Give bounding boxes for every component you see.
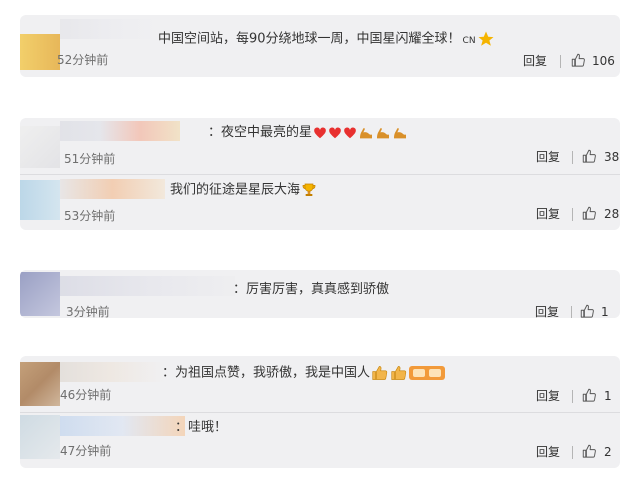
star-icon — [478, 31, 494, 46]
like-count: 2 — [604, 445, 612, 459]
thumbs-up-icon[interactable] — [582, 388, 597, 403]
zan-sticker-icon — [409, 366, 446, 380]
thumbs-up-icon[interactable] — [582, 149, 597, 164]
comment-card: ：夜空中最亮的星 51分钟前 回复 38 我们的征途是星辰大海 53分钟前 回复… — [20, 118, 620, 230]
muscle-icon — [394, 127, 407, 138]
avatar[interactable] — [20, 362, 60, 406]
comment-card: ：为祖国点赞，我骄傲，我是中国人 46分钟前 回复 1 ：哇哦！ 47分钟前 回… — [20, 356, 620, 468]
thumbs-up-icon[interactable] — [580, 304, 595, 318]
like-count: 28 — [604, 207, 620, 221]
comment-text: ：为祖国点赞，我骄傲，我是中国人 — [162, 365, 446, 382]
thumbs-up-icon[interactable] — [582, 444, 597, 459]
comment-text: 我们的征途是星辰大海 — [170, 182, 317, 199]
comment: ：夜空中最亮的星 51分钟前 回复 38 — [20, 118, 620, 174]
comment-text: ：夜空中最亮的星 — [208, 125, 408, 141]
username[interactable] — [60, 19, 160, 39]
reply-button[interactable]: 回复 — [523, 54, 547, 68]
timestamp: 51分钟前 — [64, 152, 116, 166]
timestamp: 46分钟前 — [60, 388, 112, 402]
divider — [571, 306, 572, 318]
comment: 我们的征途是星辰大海 53分钟前 回复 28 — [20, 175, 620, 230]
comment-text: ：厉害厉害，真真感到骄傲 — [233, 282, 390, 297]
avatar[interactable] — [20, 34, 60, 70]
muscle-icon — [377, 127, 390, 138]
heart-icon — [329, 126, 341, 138]
reply-button[interactable]: 回复 — [536, 150, 560, 164]
thumbs-up-icon — [372, 366, 388, 380]
muscle-icon — [360, 127, 373, 138]
username[interactable] — [60, 362, 165, 382]
comment: ：哇哦！ 47分钟前 回复 2 — [20, 413, 620, 468]
avatar[interactable] — [20, 180, 60, 220]
divider — [572, 151, 573, 164]
like-count: 1 — [601, 305, 609, 318]
trophy-icon — [302, 183, 316, 196]
username[interactable] — [60, 416, 185, 436]
divider — [572, 390, 573, 403]
username[interactable] — [60, 121, 180, 141]
timestamp: 53分钟前 — [64, 209, 116, 223]
divider — [560, 55, 561, 68]
comment-card: 中国空间站，每90分绕地球一周，中国星闪耀全球！ CN 52分钟前 回复 106 — [20, 15, 620, 77]
comment-card: ：厉害厉害，真真感到骄傲 3分钟前 回复 1 — [20, 270, 620, 318]
thumbs-up-icon[interactable] — [571, 53, 586, 68]
thumbs-up-icon — [391, 366, 407, 380]
avatar[interactable] — [20, 126, 60, 168]
like-count: 106 — [592, 54, 615, 68]
reply-button[interactable]: 回复 — [536, 389, 560, 403]
reply-button[interactable]: 回复 — [536, 445, 560, 459]
comment: ：厉害厉害，真真感到骄傲 3分钟前 回复 1 — [20, 270, 620, 318]
timestamp: 47分钟前 — [60, 444, 112, 458]
like-count: 38 — [604, 150, 620, 164]
divider — [572, 208, 573, 221]
timestamp: 3分钟前 — [66, 305, 110, 318]
comment: ：为祖国点赞，我骄傲，我是中国人 46分钟前 回复 1 — [20, 356, 620, 412]
comment: 中国空间站，每90分绕地球一周，中国星闪耀全球！ CN 52分钟前 回复 106 — [20, 15, 620, 77]
reply-button[interactable]: 回复 — [535, 305, 559, 318]
divider — [572, 446, 573, 459]
thumbs-up-icon[interactable] — [582, 206, 597, 221]
avatar[interactable] — [20, 415, 60, 459]
comment-text: ：哇哦！ — [175, 420, 228, 435]
username[interactable] — [60, 179, 165, 199]
heart-icon — [344, 126, 356, 138]
comment-text: 中国空间站，每90分绕地球一周，中国星闪耀全球！ CN — [158, 30, 495, 49]
heart-icon — [314, 126, 326, 138]
username[interactable] — [60, 276, 235, 296]
timestamp: 52分钟前 — [57, 53, 109, 67]
like-count: 1 — [604, 389, 612, 403]
avatar[interactable] — [20, 272, 60, 316]
reply-button[interactable]: 回复 — [536, 207, 560, 221]
